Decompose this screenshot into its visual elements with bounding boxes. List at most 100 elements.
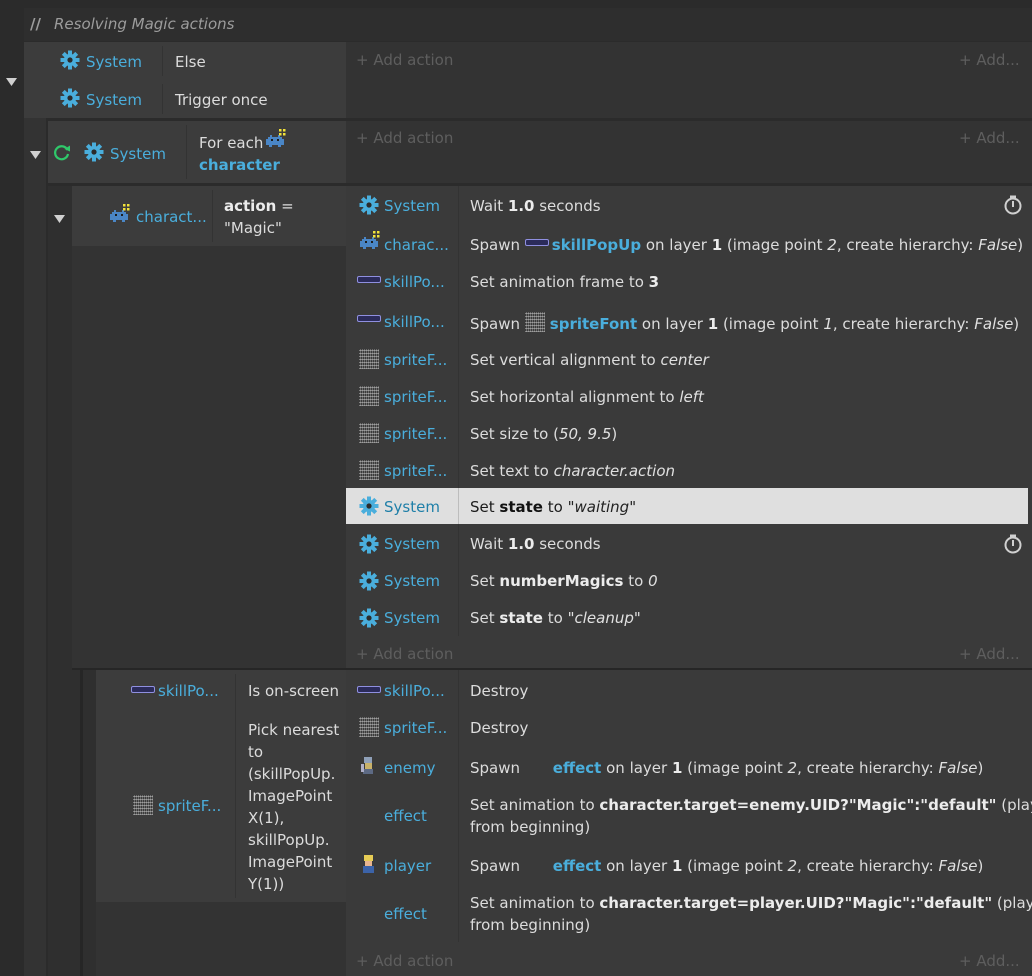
event4-conditions[interactable]: skillPo... Is on-screen spriteF... Pick … <box>96 670 346 902</box>
action-row[interactable]: spriteF... Destroy <box>346 708 1032 746</box>
action-row[interactable]: spriteF... Set text to character.action <box>346 452 1032 489</box>
action-object: System <box>384 498 440 516</box>
action-object: effect <box>384 905 427 923</box>
action-row[interactable]: spriteF... Set horizontal alignment to l… <box>346 378 1032 415</box>
action-row[interactable]: player Spawn effect on layer 1 (image po… <box>346 846 1032 886</box>
spritefont-icon <box>524 312 545 332</box>
cond-divider <box>212 190 213 242</box>
action-object: spriteF... <box>384 719 448 737</box>
action-text: Wait 1.0 seconds <box>470 535 601 553</box>
spritefont-icon <box>359 460 379 480</box>
event4-condition-pad <box>96 902 346 976</box>
action-row[interactable]: effect Set animation to character.target… <box>346 888 1032 942</box>
action-text: Set animation frame to 3 <box>470 273 660 291</box>
action-row-selected[interactable]: System Set state to "waiting" <box>346 488 1028 524</box>
event3-actions[interactable]: System Wait 1.0 seconds charac... Spawn … <box>346 186 1032 668</box>
action-object: System <box>384 197 440 215</box>
gear-icon <box>359 608 379 628</box>
add-action-link[interactable]: + Add action <box>356 951 453 971</box>
action-row[interactable]: skillPo... Spawn spriteFont on layer 1 (… <box>346 300 1032 340</box>
add-more-link[interactable]: + Add... <box>959 644 1020 664</box>
add-action-link[interactable]: + Add action <box>356 644 453 664</box>
gear-icon <box>359 195 379 215</box>
action-text: Spawn skillPopUp on layer 1 (image point… <box>470 236 1024 254</box>
action-object: System <box>384 572 440 590</box>
add-more-link[interactable]: + Add... <box>959 128 1020 148</box>
event1-actions[interactable]: + Add action + Add... <box>346 42 1032 118</box>
condition-text: Pick nearest to (skillPopUp. ImagePoint … <box>248 721 340 893</box>
condition-object: System <box>86 91 142 109</box>
action-row[interactable]: charac... Spawn skillPopUp on layer 1 (i… <box>346 224 1032 262</box>
cond-divider <box>186 125 187 179</box>
action-row[interactable]: System Set state to "cleanup" <box>346 600 1032 637</box>
condition-value: "Magic" <box>224 219 282 237</box>
action-row[interactable]: System Wait 1.0 seconds <box>346 186 1032 223</box>
event3-condition-area[interactable]: charact... action = "Magic" <box>72 186 346 668</box>
skillpopup-icon <box>357 276 381 283</box>
action-text: Set animation to character.target=player… <box>470 894 1032 912</box>
skillpopup-icon <box>357 686 381 693</box>
action-text: Set text to character.action <box>470 462 676 480</box>
action-text: Set numberMagics to 0 <box>470 572 658 590</box>
skillpopup-icon <box>524 239 549 246</box>
spritefont-icon <box>133 795 153 815</box>
condition-pick-nearest[interactable]: spriteF... Pick nearest to (skillPopUp. … <box>96 718 346 898</box>
character-sprite-icon <box>110 204 130 222</box>
action-object: charac... <box>384 236 449 254</box>
action-row[interactable]: System Wait 1.0 seconds <box>346 526 1032 563</box>
add-action-link[interactable]: + Add action <box>356 128 453 148</box>
add-more-link[interactable]: + Add... <box>959 951 1020 971</box>
expand-arrow-icon[interactable] <box>30 146 42 164</box>
condition-action-magic[interactable]: charact... action = "Magic" <box>72 186 346 246</box>
event1-conditions[interactable]: System Else System Trigger once <box>24 42 346 118</box>
condition-trigger-once[interactable]: System Trigger once <box>24 80 346 118</box>
stopwatch-icon <box>1004 195 1022 215</box>
spritefont-icon <box>359 386 379 406</box>
indent-line <box>72 670 96 976</box>
character-sprite-icon <box>266 129 286 147</box>
for-each-text: For each <box>199 134 264 152</box>
indent-line <box>24 118 46 976</box>
add-action-link[interactable]: + Add action <box>356 50 453 70</box>
condition-object: spriteF... <box>158 797 222 815</box>
event4-actions[interactable]: skillPo... Destroy spriteF... Destroy en… <box>346 670 1032 976</box>
action-text: Set size to (50, 9.5) <box>470 425 618 443</box>
action-text: Spawn effect on layer 1 (image point 2, … <box>470 857 984 875</box>
spritefont-icon <box>359 349 379 369</box>
expand-arrow-icon[interactable] <box>6 73 18 91</box>
action-text-line2: from beginning) <box>470 916 591 934</box>
stopwatch-icon <box>1004 534 1022 554</box>
add-more-link[interactable]: + Add... <box>959 50 1020 70</box>
condition-compare: action = <box>224 197 294 215</box>
gutter <box>0 42 24 976</box>
skillpopup-icon <box>357 315 381 322</box>
comment-bar[interactable]: // Resolving Magic actions <box>24 8 1032 41</box>
condition-text: Is on-screen <box>248 682 339 700</box>
action-divider <box>458 488 459 524</box>
comment-slashes: // <box>30 15 41 33</box>
action-row[interactable]: skillPo... Set animation frame to 3 <box>346 262 1032 299</box>
skillpopup-icon <box>131 686 155 693</box>
condition-text: Trigger once <box>175 91 268 109</box>
action-row[interactable]: spriteF... Set vertical alignment to cen… <box>346 341 1032 378</box>
action-object: spriteF... <box>384 425 448 443</box>
action-object: spriteF... <box>384 388 448 406</box>
action-row[interactable]: spriteF... Set size to (50, 9.5) <box>346 415 1032 452</box>
condition-object: charact... <box>136 208 207 226</box>
expand-arrow-icon[interactable] <box>54 210 66 228</box>
comment-text: Resolving Magic actions <box>54 15 235 33</box>
condition-else[interactable]: System Else <box>24 42 346 80</box>
action-row[interactable]: effect Set animation to character.target… <box>346 790 1032 844</box>
condition-is-on-screen[interactable]: skillPo... Is on-screen <box>96 670 346 712</box>
gear-icon <box>359 496 379 516</box>
action-object: effect <box>384 807 427 825</box>
action-row[interactable]: enemy Spawn effect on layer 1 (image poi… <box>346 748 1032 788</box>
action-text: Spawn effect on layer 1 (image point 2, … <box>470 759 984 777</box>
event2-conditions[interactable]: System For each character <box>48 121 346 183</box>
gear-icon <box>60 88 80 108</box>
action-row[interactable]: skillPo... Destroy <box>346 670 1032 708</box>
event2-actions[interactable]: + Add action + Add... <box>346 121 1032 183</box>
spritefont-icon <box>359 423 379 443</box>
action-row[interactable]: System Set numberMagics to 0 <box>346 563 1032 600</box>
gear-icon <box>60 50 80 70</box>
